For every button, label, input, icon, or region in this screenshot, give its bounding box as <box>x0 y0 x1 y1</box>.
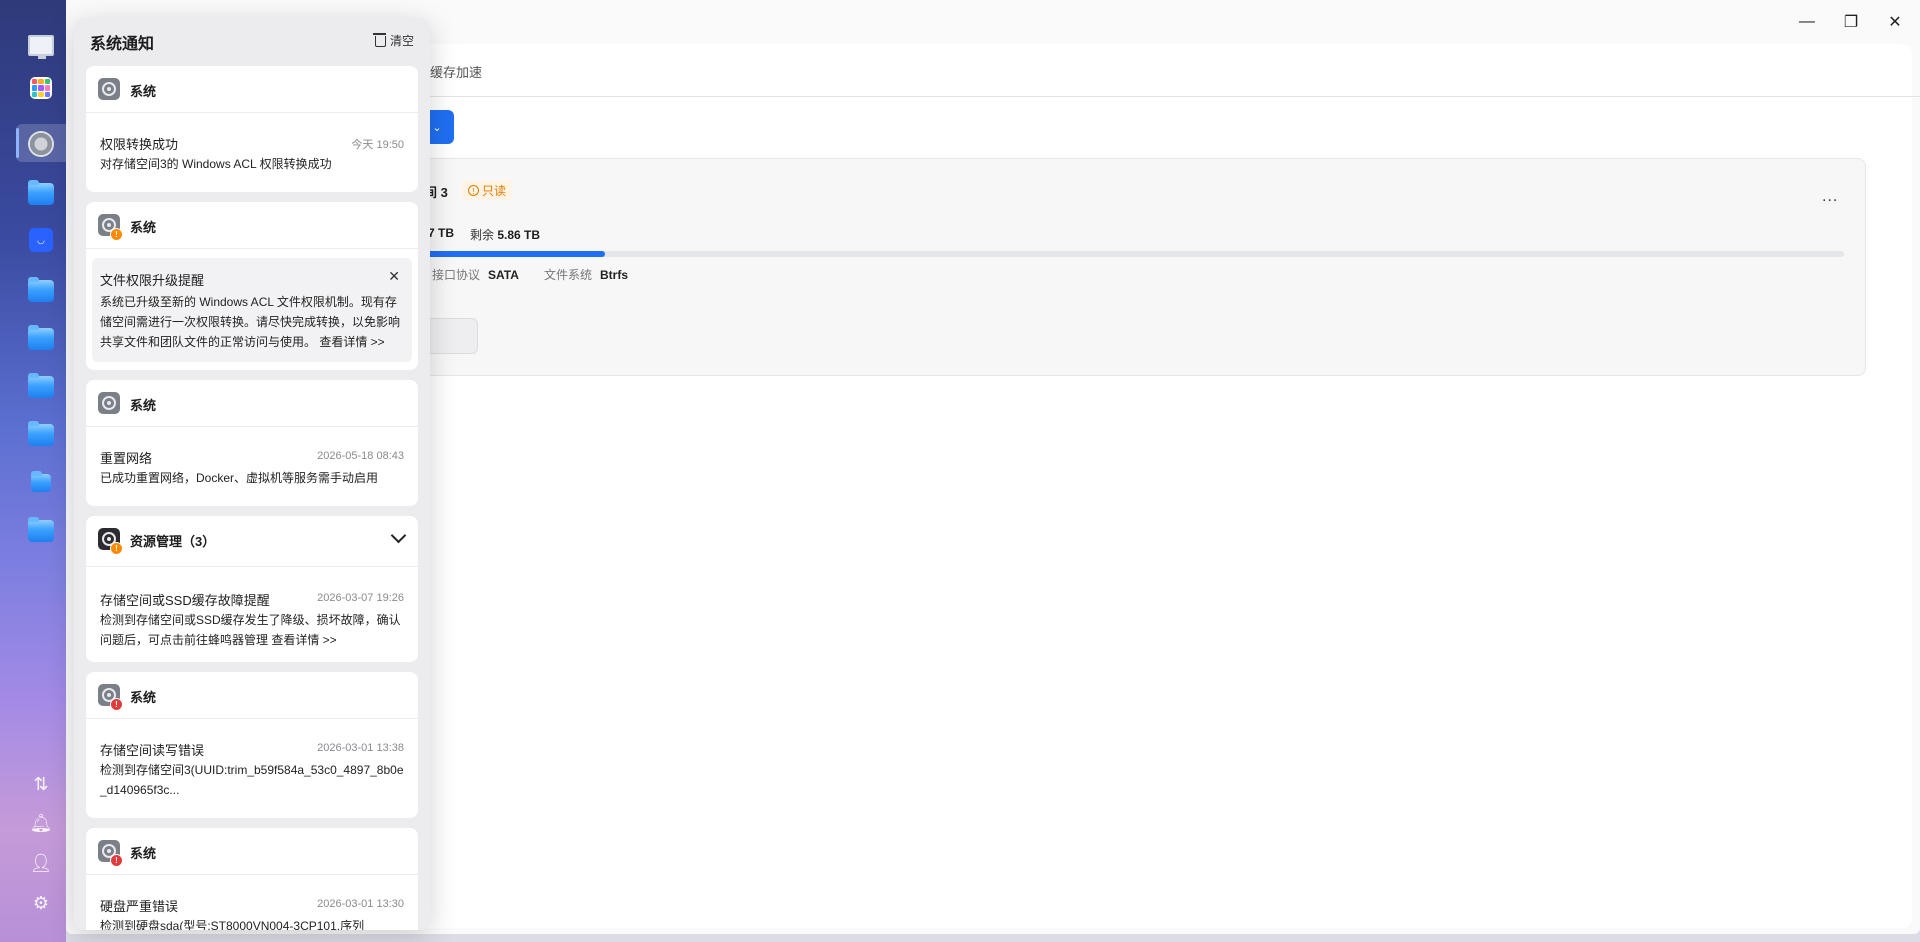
notification-text: 检测到存储空间3(UUID:trim_b59f584a_53c0_4897_8b… <box>100 763 404 797</box>
notification-detail-box: 文件权限升级提醒 ✕ 系统已升级至新的 Windows ACL 文件权限机制。现… <box>92 258 412 362</box>
settings-icon <box>98 392 120 414</box>
dock-folder-icon[interactable] <box>28 180 54 207</box>
dock-folder-icon[interactable] <box>28 421 54 448</box>
notification-source: 系统 <box>130 398 157 413</box>
notification-title: 存储空间或SSD缓存故障提醒 <box>100 593 270 608</box>
notification-text: 已成功重置网络，Docker、虚拟机等服务需手动启用 <box>100 471 379 485</box>
notification-title: 存储空间读写错误 <box>100 743 205 758</box>
panel-header: 系统通知 清空 <box>90 30 414 54</box>
dock-gear-icon[interactable]: ⚙ <box>30 892 52 914</box>
dock-upload-icon[interactable]: ⇅ <box>30 773 52 795</box>
close-icon[interactable]: ✕ <box>1882 10 1908 34</box>
status-badge: ! 只读 <box>462 180 513 200</box>
notification-card[interactable]: 系统 重置网络 2026-05-18 08:43 已成功重置网络，Docker、… <box>86 380 418 506</box>
notification-source: 系统 <box>130 846 157 861</box>
notification-time: 2026-03-07 19:26 <box>317 592 404 604</box>
settings-icon <box>98 78 120 100</box>
app-dock: ◡ ⇅ 🔔︎ 👤︎ ⚙ <box>0 0 66 942</box>
minimize-icon[interactable]: — <box>1794 10 1820 34</box>
notification-card[interactable]: 系统 权限转换成功 今天 19:50 对存储空间3的 Windows ACL 权… <box>86 66 418 192</box>
dock-app-center-icon[interactable] <box>28 75 54 101</box>
notification-header: ! 资源管理（3） <box>86 516 418 567</box>
clear-all-label: 清空 <box>389 34 414 48</box>
notification-time: 2026-05-18 08:43 <box>317 450 404 462</box>
notification-title: 权限转换成功 <box>100 137 179 152</box>
maximize-icon[interactable]: ❐ <box>1838 10 1864 34</box>
chevron-down-icon: ⌄ <box>432 121 442 134</box>
notification-time: 今天 19:50 <box>351 139 404 151</box>
dock-folder-icon[interactable] <box>28 325 54 352</box>
tab-strip: 缓存加速 <box>430 56 1920 97</box>
notification-header: ! 系统 <box>86 202 418 249</box>
notification-card[interactable]: ! 系统 硬盘严重错误 2026-03-01 13:30 检测到硬盘sda(型号… <box>86 828 418 930</box>
notification-text: 系统已升级至新的 Windows ACL 文件权限机制。现有存储空间需进行一次权… <box>100 295 401 349</box>
error-badge-icon: ! <box>110 854 123 867</box>
error-badge-icon: ! <box>110 698 123 711</box>
warning-icon: ! <box>468 184 479 196</box>
status-badge-label: 只读 <box>482 183 507 198</box>
notification-header: ! 系统 <box>86 828 418 875</box>
capacity-remaining: 剩余 5.86 TB <box>470 228 541 242</box>
dock-folder-icon[interactable] <box>28 373 54 400</box>
capacity-usage-fill <box>420 251 606 257</box>
file-system: 文件系统 Btrfs <box>544 268 629 282</box>
dock-folder-icon[interactable] <box>28 517 54 544</box>
tab-cache-acceleration[interactable]: 缓存加速 <box>430 62 482 81</box>
notification-card[interactable]: ! 资源管理（3） 存储空间或SSD缓存故障提醒 2026-03-07 19:2… <box>86 516 418 662</box>
notification-title: 文件权限升级提醒 <box>100 273 205 288</box>
notification-header: 系统 <box>86 66 418 113</box>
dock-settings-icon[interactable] <box>28 131 54 157</box>
dock-file-icon[interactable] <box>28 470 54 496</box>
close-icon[interactable]: ✕ <box>388 268 400 285</box>
trash-icon <box>372 33 386 47</box>
dock-active-indicator <box>16 128 19 158</box>
notification-title: 重置网络 <box>100 451 153 466</box>
notification-panel: 系统通知 清空 系统 权限转换成功 今天 19:50 对存储空间3的 Windo… <box>74 18 430 930</box>
notification-source: 系统 <box>130 220 157 235</box>
notification-source: 资源管理（3） <box>130 534 216 549</box>
notification-text: 检测到硬盘sda(型号:ST8000VN004-3CP101,序列 <box>100 919 365 930</box>
dock-folder-icon[interactable] <box>28 277 54 304</box>
dock-bell-icon[interactable]: 🔔︎ <box>30 812 53 834</box>
dock-desktop-icon[interactable] <box>28 34 54 60</box>
notification-card[interactable]: ! 系统 存储空间读写错误 2026-03-01 13:38 检测到存储空间3(… <box>86 672 418 818</box>
window-controls: — ❐ ✕ <box>1794 10 1908 34</box>
dock-store-icon[interactable]: ◡ <box>28 227 54 253</box>
capacity-usage-bar <box>420 251 1844 257</box>
notification-header: 系统 <box>86 380 418 427</box>
notification-time: 2026-03-01 13:38 <box>317 742 404 754</box>
clear-all-button[interactable]: 清空 <box>372 32 414 49</box>
panel-title: 系统通知 <box>90 36 155 53</box>
alert-badge-icon: ! <box>110 228 123 241</box>
chevron-down-icon[interactable] <box>390 527 407 544</box>
notification-source: 系统 <box>130 84 157 99</box>
notification-title: 硬盘严重错误 <box>100 899 179 914</box>
notification-card[interactable]: ! 系统 文件权限升级提醒 ✕ 系统已升级至新的 Windows ACL 文件权… <box>86 202 418 370</box>
dock-user-icon[interactable]: 👤︎ <box>30 852 53 874</box>
notification-time: 2026-03-01 13:30 <box>317 898 404 910</box>
capacity-total: 7 TB <box>428 226 455 240</box>
alert-badge-icon: ! <box>110 542 123 555</box>
interface-protocol: 接口协议 SATA <box>432 268 519 282</box>
notification-source: 系统 <box>130 690 157 705</box>
notification-text: 对存储空间3的 Windows ACL 权限转换成功 <box>100 157 332 171</box>
more-options-icon[interactable]: ... <box>1822 188 1838 206</box>
notification-text: 检测到存储空间或SSD缓存发生了降级、损坏故障，确认问题后，可点击前往蜂鸣器管理… <box>100 613 401 647</box>
notification-header: ! 系统 <box>86 672 418 719</box>
